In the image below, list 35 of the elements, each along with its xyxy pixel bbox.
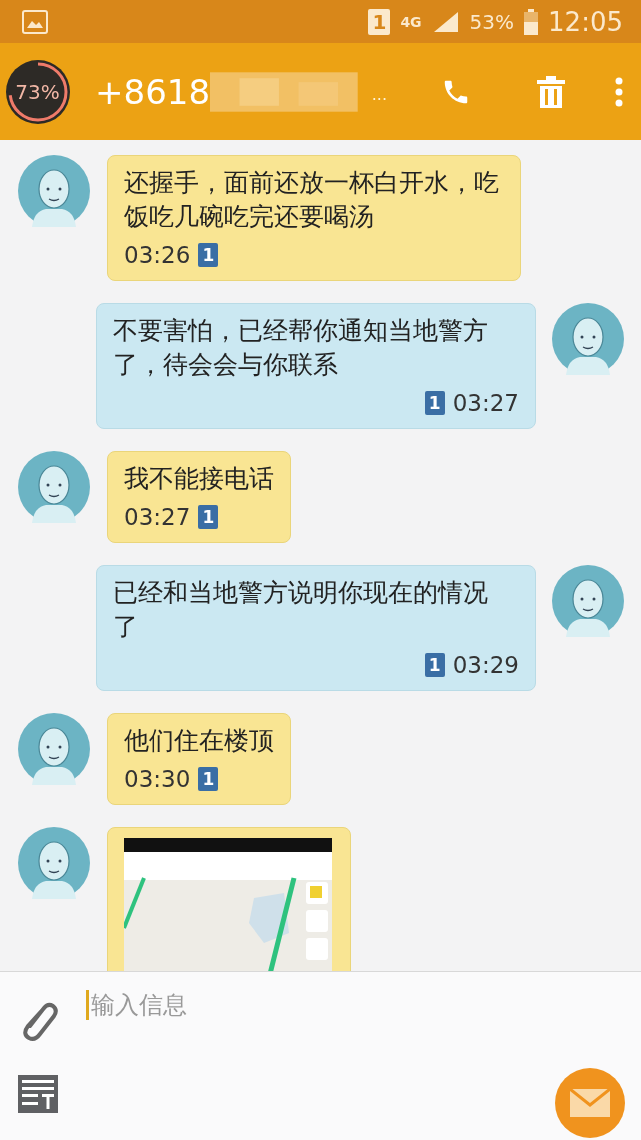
avatar-icon — [18, 450, 90, 523]
avatar-icon — [552, 302, 624, 375]
title-ellipsis: ... — [371, 84, 387, 104]
sim-badge: 1 — [198, 242, 219, 267]
message-text: 还握手，面前还放一杯白开水，吃饭吃几碗吃完还要喝汤 — [124, 166, 500, 233]
battery-icon — [524, 8, 539, 35]
message-time: 03:27 — [124, 503, 191, 530]
sim-badge: 1 — [198, 504, 219, 529]
avatar-icon — [18, 154, 90, 227]
message-text: 已经和当地警方说明你现在的情况了 — [113, 576, 489, 643]
message-text: 不要害怕，已经帮你通知当地警方了，待会会与你联系 — [113, 314, 489, 381]
message-time: 03:30 — [124, 765, 191, 792]
image-icon — [22, 9, 48, 34]
avatar-icon — [18, 826, 90, 899]
memory-badge[interactable]: 73% — [6, 59, 69, 124]
message-time: 03:27 — [452, 389, 519, 416]
sim-badge: 1 — [198, 766, 219, 791]
sim-indicator: 1 — [368, 8, 391, 35]
contact-number: +8618 — [95, 71, 211, 112]
avatar-icon — [18, 712, 90, 785]
network-type: 4G — [400, 14, 422, 29]
message-input[interactable]: 输入信息 — [86, 990, 493, 1020]
message-time: 03:26 — [124, 241, 191, 268]
delete-button[interactable] — [537, 75, 565, 108]
sim-badge: 1 — [424, 390, 445, 415]
text-format-icon[interactable] — [18, 1075, 58, 1113]
battery-percent: 53% — [469, 9, 515, 34]
message-time: 03:29 — [452, 651, 519, 678]
message-text: 我不能接电话 — [124, 462, 274, 495]
envelope-icon — [570, 1089, 610, 1117]
sim-badge: 1 — [424, 652, 445, 677]
more-button[interactable] — [615, 76, 623, 107]
avatar-icon — [552, 564, 624, 637]
message-text: 他们住在楼顶 — [124, 724, 274, 757]
clock: 12:05 — [548, 6, 623, 37]
